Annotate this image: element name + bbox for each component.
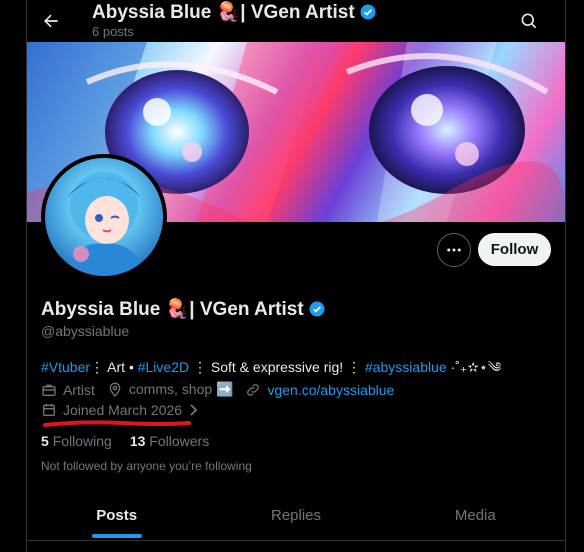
avatar[interactable] xyxy=(41,154,167,280)
profile-tabs: Posts Replies Media xyxy=(27,490,565,540)
hashtag-abyssiablue[interactable]: #abyssiablue xyxy=(365,359,447,375)
bio-text-2: ⋮ Soft & expressive rig! ⋮ xyxy=(189,359,365,375)
calendar-icon xyxy=(43,404,55,416)
following-link[interactable]: 5 Following xyxy=(41,433,112,449)
link-icon xyxy=(247,383,260,396)
following-count: 5 xyxy=(41,433,49,449)
search-icon xyxy=(521,13,537,29)
location-pin-icon xyxy=(109,382,121,397)
hashtag-live2d[interactable]: #Live2D xyxy=(138,359,189,375)
profile-column: Abyssia Blue 🪼| VGen Artist 6 posts Foll… xyxy=(26,0,566,552)
post-count: 6 posts xyxy=(92,24,134,39)
chevron-right-icon xyxy=(190,404,198,416)
verified-badge-icon xyxy=(309,301,325,317)
joined-date[interactable]: Joined March 2026 xyxy=(41,402,200,418)
followers-count: 13 xyxy=(129,433,146,449)
location-item: comms, shop ➡️ xyxy=(107,381,234,398)
category-item: Artist xyxy=(41,382,95,398)
more-dots-icon xyxy=(447,248,461,252)
joined-label: Joined March 2026 xyxy=(63,402,183,418)
follow-button[interactable]: Follow xyxy=(478,233,551,266)
top-bar: Abyssia Blue 🪼| VGen Artist 6 posts xyxy=(27,0,565,42)
tabs-divider xyxy=(27,540,565,541)
bio-text-3: ·˚₊✫⋆༄ xyxy=(446,359,502,375)
header-title: Abyssia Blue 🪼| VGen Artist xyxy=(92,0,377,24)
arrow-left-icon xyxy=(44,14,58,28)
not-followed-note: Not followed by anyone you’re following xyxy=(41,459,252,473)
follow-counts: 5 Following 13 Followers xyxy=(41,433,209,449)
briefcase-icon xyxy=(42,384,56,396)
profile-meta: Artist comms, shop ➡️ vgen.co/abyssiablu… xyxy=(41,381,406,398)
following-label: Following xyxy=(52,433,112,449)
website-item[interactable]: vgen.co/abyssiablue xyxy=(245,382,394,398)
category-label: Artist xyxy=(63,381,95,398)
back-button[interactable] xyxy=(39,9,63,33)
avatar-artwork xyxy=(65,172,145,276)
verified-badge-icon xyxy=(360,4,376,20)
followers-link[interactable]: 13 Followers xyxy=(130,433,209,449)
more-options-button[interactable] xyxy=(437,233,471,267)
profile-name-text: Abyssia Blue 🪼| VGen Artist xyxy=(41,299,304,320)
profile-name: Abyssia Blue 🪼| VGen Artist xyxy=(41,297,326,321)
tab-replies[interactable]: Replies xyxy=(206,490,385,540)
bio-text-1: ⋮ Art • xyxy=(90,359,138,375)
location-label: comms, shop ➡️ xyxy=(128,381,234,397)
annotation-underline xyxy=(43,420,191,427)
followers-label: Followers xyxy=(149,433,210,449)
website-link[interactable]: vgen.co/abyssiablue xyxy=(267,382,394,398)
tab-media[interactable]: Media xyxy=(386,490,565,540)
search-button[interactable] xyxy=(517,9,541,33)
header-name-text: Abyssia Blue 🪼| VGen Artist xyxy=(92,2,355,23)
profile-handle: @abyssiablue xyxy=(41,323,130,339)
tab-posts[interactable]: Posts xyxy=(27,490,206,540)
hashtag-vtuber[interactable]: #Vtuber xyxy=(41,359,90,375)
